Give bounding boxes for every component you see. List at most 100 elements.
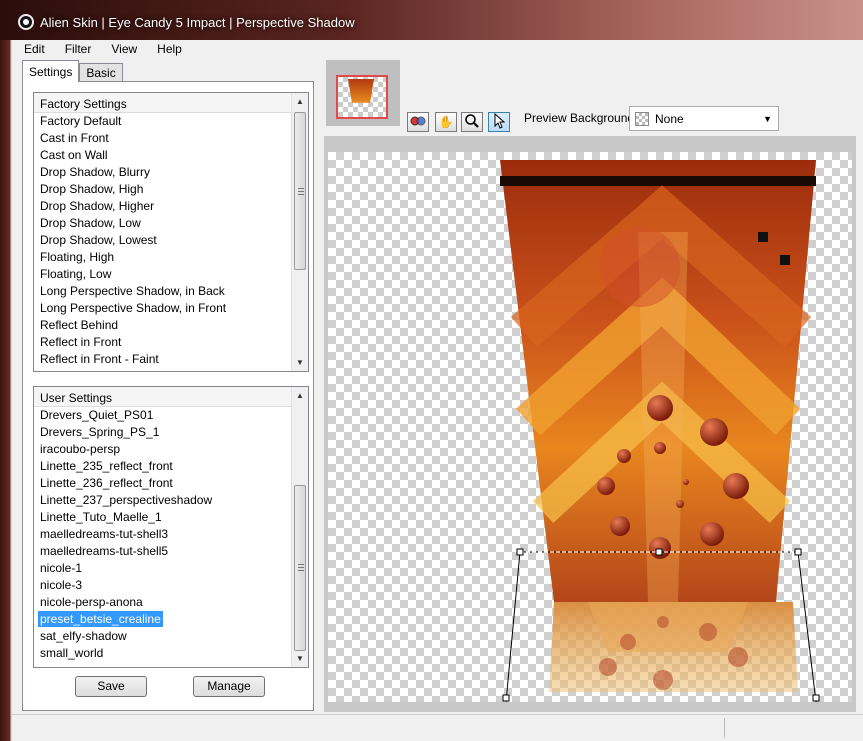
compare-icon[interactable]	[407, 112, 429, 132]
factory-setting-item[interactable]: Reflect in Front - Faint	[34, 351, 308, 368]
sphere	[649, 537, 671, 559]
handle-top-center[interactable]	[655, 548, 663, 556]
factory-setting-item[interactable]: Cast on Wall	[34, 147, 308, 164]
factory-setting-item[interactable]: Reflect Behind	[34, 317, 308, 334]
hand-icon[interactable]: ✋	[435, 112, 457, 132]
factory-setting-item[interactable]: Drop Shadow, Higher	[34, 198, 308, 215]
factory-setting-item[interactable]: Drop Shadow, Blurry	[34, 164, 308, 181]
user-setting-item-label: Linette_Tuto_Maelle_1	[40, 510, 162, 524]
menu-bar: Edit Filter View Help	[12, 40, 863, 57]
sphere	[700, 522, 724, 546]
sphere	[700, 418, 728, 446]
factory-setting-item-label: Reflect Behind	[40, 318, 119, 332]
factory-setting-item-label: Floating, High	[40, 250, 115, 264]
factory-setting-item[interactable]: Drop Shadow, High	[34, 181, 308, 198]
user-setting-item-label: maelledreams-tut-shell3	[40, 527, 169, 541]
preview-background-select[interactable]: None ▼	[629, 106, 779, 131]
status-divider	[724, 718, 725, 738]
glow-orb	[600, 227, 680, 307]
title-bar: Alien Skin | Eye Candy 5 Impact | Perspe…	[0, 0, 863, 40]
user-setting-item-label: nicole-3	[40, 578, 83, 592]
decor-square	[758, 232, 768, 242]
factory-setting-item[interactable]: Drop Shadow, Low	[34, 215, 308, 232]
sphere	[610, 516, 630, 536]
user-setting-item[interactable]: small_world	[34, 645, 308, 662]
tab-basic[interactable]: Basic	[79, 63, 123, 82]
handle-top-right[interactable]	[794, 548, 802, 556]
handle-bottom-right[interactable]	[812, 694, 820, 702]
menu-filter[interactable]: Filter	[53, 42, 100, 56]
grip-line	[298, 564, 304, 565]
factory-setting-item[interactable]: Cast in Front	[34, 130, 308, 147]
factory-setting-item[interactable]: Drop Shadow, Lowest	[34, 232, 308, 249]
navigator-panel	[326, 60, 400, 126]
user-setting-item[interactable]: Linette_235_reflect_front	[34, 458, 308, 475]
user-scroll-thumb[interactable]	[294, 485, 306, 651]
scroll-up-icon[interactable]: ▲	[292, 93, 308, 110]
sphere	[723, 473, 749, 499]
user-setting-item[interactable]: sat_elfy-shadow	[34, 628, 308, 645]
factory-setting-item[interactable]: Floating, High	[34, 249, 308, 266]
client-area: Settings Basic Factory Settings Factory …	[12, 57, 863, 714]
factory-setting-item-label: Drop Shadow, Lowest	[40, 233, 157, 247]
factory-setting-item[interactable]: Long Perspective Shadow, in Front	[34, 300, 308, 317]
factory-setting-item[interactable]: Floating, Low	[34, 266, 308, 283]
user-setting-item[interactable]: Linette_Tuto_Maelle_1	[34, 509, 308, 526]
tab-strip: Settings Basic	[22, 60, 123, 82]
menu-edit[interactable]: Edit	[12, 42, 53, 56]
user-setting-item[interactable]: Linette_236_reflect_front	[34, 475, 308, 492]
user-setting-item[interactable]: Drevers_Spring_PS_1	[34, 424, 308, 441]
factory-setting-item[interactable]: Long Perspective Shadow, in Back	[34, 283, 308, 300]
scroll-down-icon[interactable]: ▼	[292, 650, 308, 667]
factory-setting-item[interactable]: Factory Default	[34, 113, 308, 130]
reflected-sphere	[599, 658, 617, 676]
user-setting-item-label: Drevers_Spring_PS_1	[40, 425, 160, 439]
preview-canvas[interactable]	[328, 152, 852, 702]
user-setting-item[interactable]: maelledreams-tut-shell5	[34, 543, 308, 560]
thumbnail-image	[348, 79, 374, 103]
user-setting-item-label: nicole-1	[40, 561, 83, 575]
zoom-icon[interactable]	[461, 112, 483, 132]
scroll-down-icon[interactable]: ▼	[292, 354, 308, 371]
settings-panel: Factory Settings Factory Default Cast in …	[22, 81, 314, 711]
navigator-thumbnail[interactable]	[336, 75, 388, 119]
user-settings-list[interactable]: User Settings Drevers_Quiet_PS01 Drevers_…	[33, 386, 309, 668]
pointer-icon[interactable]	[488, 112, 510, 132]
reflection-band	[588, 602, 748, 652]
user-setting-item-label: small_world	[40, 646, 104, 660]
factory-setting-item-label: Reflect in Front - Faint	[40, 352, 159, 366]
sphere	[676, 500, 684, 508]
factory-setting-item-label: Drop Shadow, High	[40, 182, 144, 196]
user-setting-item[interactable]: maelledreams-tut-shell3	[34, 526, 308, 543]
handle-top-left[interactable]	[516, 548, 524, 556]
scroll-up-icon[interactable]: ▲	[292, 387, 308, 404]
factory-settings-list[interactable]: Factory Settings Factory Default Cast in …	[33, 92, 309, 372]
user-setting-item-label: iracoubo-persp	[40, 442, 121, 456]
user-setting-item[interactable]: Drevers_Quiet_PS01	[34, 407, 308, 424]
user-setting-item[interactable]: preset_betsie_crealine	[34, 611, 308, 628]
factory-setting-item[interactable]: Reflect in Front	[34, 334, 308, 351]
save-button[interactable]: Save	[75, 676, 147, 697]
app-window: Alien Skin | Eye Candy 5 Impact | Perspe…	[0, 0, 863, 741]
user-setting-item[interactable]: Linette_237_perspectiveshadow	[34, 492, 308, 509]
menu-help[interactable]: Help	[145, 42, 190, 56]
factory-setting-item-label: Long Perspective Shadow, in Back	[40, 284, 225, 298]
manage-button[interactable]: Manage	[193, 676, 265, 697]
user-setting-item[interactable]: iracoubo-persp	[34, 441, 308, 458]
user-setting-item[interactable]: nicole-persp-anona	[34, 594, 308, 611]
factory-scrollbar[interactable]: ▲ ▼	[291, 93, 308, 371]
user-setting-item[interactable]: nicole-1	[34, 560, 308, 577]
top-band	[500, 176, 816, 186]
user-setting-item[interactable]: nicole-3	[34, 577, 308, 594]
reflected-sphere	[620, 634, 636, 650]
handle-bottom-left[interactable]	[502, 694, 510, 702]
factory-scroll-thumb[interactable]	[294, 112, 306, 270]
tab-settings[interactable]: Settings	[22, 60, 80, 82]
sphere	[647, 395, 673, 421]
chevron-down-icon: ▼	[763, 114, 772, 124]
menu-view[interactable]: View	[99, 42, 145, 56]
factory-setting-item-label: Cast on Wall	[40, 148, 108, 162]
user-setting-item-label: Linette_235_reflect_front	[40, 459, 173, 473]
transparent-swatch-icon	[635, 112, 649, 126]
user-scrollbar[interactable]: ▲ ▼	[291, 387, 308, 667]
